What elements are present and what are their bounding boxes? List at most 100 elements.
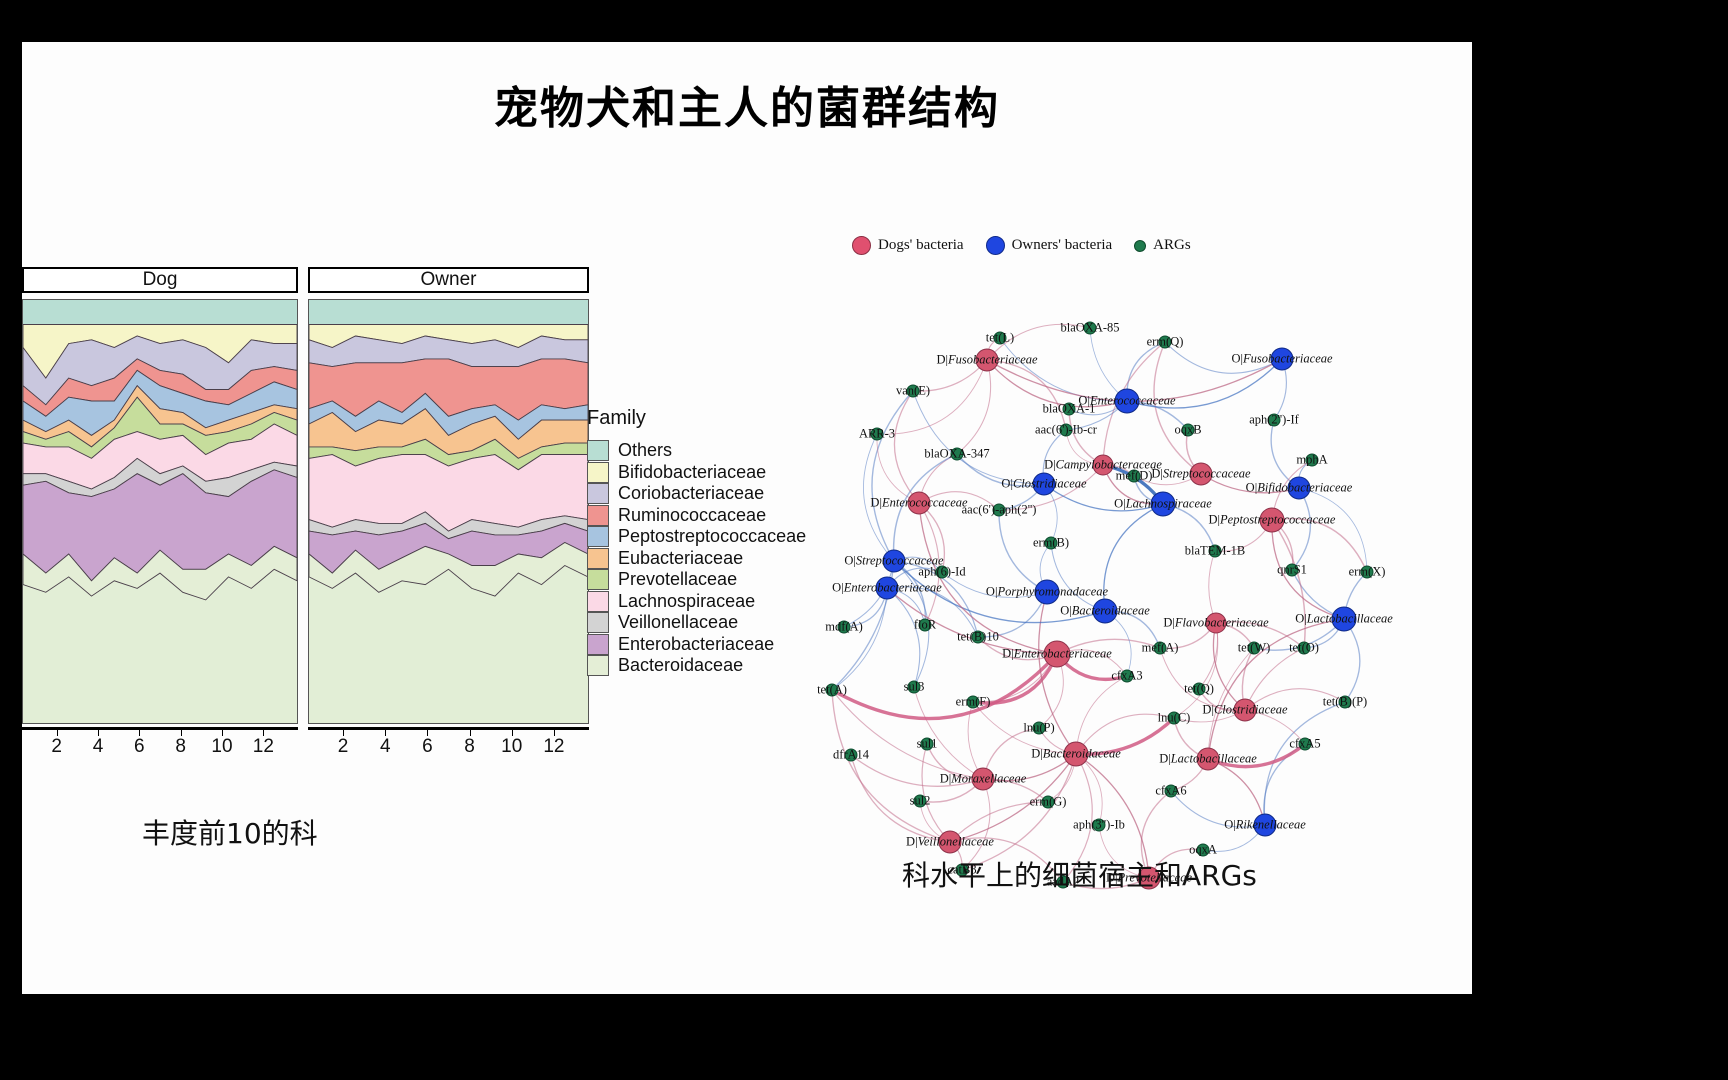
family-color-swatch <box>587 440 609 462</box>
network-edge <box>941 571 1048 598</box>
arg-node <box>870 427 884 441</box>
axis-tick-label: 6 <box>422 736 433 757</box>
owner-bacteria-node <box>882 549 906 573</box>
network-edge <box>1207 758 1266 826</box>
arg-node <box>992 503 1006 517</box>
arg-node <box>966 695 980 709</box>
arg-node <box>906 384 920 398</box>
owner-bacteria-node <box>1150 491 1176 517</box>
caption-left: 丰度前10的科 <box>142 817 318 850</box>
legend-label-dogs-bacteria: Dogs' bacteria <box>878 237 964 253</box>
arg-node <box>1298 737 1312 751</box>
network-edge <box>1103 503 1164 612</box>
family-color-swatch <box>587 590 609 612</box>
axis-tick-label: 10 <box>211 736 233 757</box>
arg-node <box>844 748 858 762</box>
arg-node <box>1092 818 1106 832</box>
legend-label-owners-bacteria: Owners' bacteria <box>1011 237 1113 253</box>
arg-node <box>1044 536 1058 550</box>
axis-tick-label: 12 <box>252 736 274 757</box>
family-color-swatch <box>587 461 609 483</box>
stream-panel-dog <box>22 299 298 724</box>
family-color-swatch <box>587 569 609 591</box>
network-graph: Dogs' bacteria Owners' bacteria ARGs D|F… <box>782 222 1442 890</box>
arg-node <box>1059 423 1073 437</box>
network-edge <box>1207 742 1307 769</box>
axis-line <box>22 727 298 730</box>
network-edge <box>1159 647 1246 711</box>
family-legend-label: Coriobacteriaceae <box>618 483 765 504</box>
caption-right: 科水平上的细菌宿主和ARGs <box>902 859 1257 892</box>
owner-bacteria-node <box>1331 606 1357 632</box>
axis-tick-label: 6 <box>134 736 145 757</box>
family-legend-label: Lachnospiraceae <box>618 590 756 611</box>
network-edge <box>986 359 1067 431</box>
dog-bacteria-node <box>975 348 999 372</box>
arg-node <box>1305 453 1319 467</box>
arg-node <box>1167 711 1181 725</box>
owner-bacteria-node <box>1032 472 1056 496</box>
network-edge <box>1212 622 1246 711</box>
family-legend-label: Others <box>618 440 673 461</box>
network-edge <box>1244 647 1305 711</box>
network-edge <box>918 502 1058 655</box>
axis-tick-label: 2 <box>51 736 62 757</box>
dog-bacteria-node <box>1043 640 1071 668</box>
network-edge <box>850 754 984 787</box>
dog-bacteria-node <box>1063 741 1089 767</box>
network-legend: Dogs' bacteria Owners' bacteria ARGs <box>852 236 1191 255</box>
dog-bacteria-node <box>971 767 995 791</box>
network-edge <box>1207 618 1345 760</box>
network-edge <box>871 390 914 562</box>
arg-node <box>1267 413 1281 427</box>
arg-node <box>1032 721 1046 735</box>
x-axis-dog: 2 4 6 8 10 12 <box>22 727 298 761</box>
owner-bacteria-node <box>1253 813 1277 837</box>
family-legend-label: Enterobacteriaceae <box>618 633 775 654</box>
owner-node-icon <box>985 236 1005 255</box>
facet-strip-owner: Owner <box>308 267 589 293</box>
axis-tick-label: 8 <box>464 736 475 757</box>
axis-tick-label: 4 <box>379 736 391 757</box>
axis-tick-label: 12 <box>543 736 565 757</box>
family-color-swatch <box>587 655 609 677</box>
network-edge <box>831 587 888 691</box>
arg-node <box>950 447 964 461</box>
dog-bacteria-node <box>1233 698 1257 722</box>
owner-bacteria-node <box>1287 476 1311 500</box>
network-edge <box>1244 688 1346 711</box>
family-legend-label: Eubacteriaceae <box>618 547 744 568</box>
network-edge <box>956 453 1045 487</box>
arg-node <box>1360 565 1374 579</box>
arg-node <box>1153 641 1167 655</box>
network-edge <box>1343 618 1361 703</box>
owner-bacteria-node <box>1270 347 1294 371</box>
arg-node <box>1120 669 1134 683</box>
page-title: 宠物犬和主人的菌群结构 <box>494 83 1000 134</box>
stream-panel-owner <box>308 299 589 724</box>
arg-node <box>1208 544 1222 558</box>
arg-node <box>1158 335 1172 349</box>
network-edge <box>912 359 988 392</box>
family-legend-label: Prevotellaceae <box>618 569 738 590</box>
family-color-swatch <box>587 547 609 569</box>
network-edge <box>1075 675 1128 755</box>
network-edge <box>918 491 1000 511</box>
network-edge <box>850 754 951 843</box>
facet-label-dog: Dog <box>142 269 178 290</box>
dog-node-icon <box>852 236 871 255</box>
network-edge <box>912 390 1045 485</box>
network-edge <box>831 652 1059 721</box>
family-legend-label: Bacteroidaceae <box>618 655 744 676</box>
x-axis-owner: 2 4 6 8 10 12 <box>308 727 589 761</box>
network-edge <box>886 586 979 638</box>
network-edge <box>949 801 1049 843</box>
arg-node <box>1297 641 1311 655</box>
arg-node <box>1164 784 1178 798</box>
arg-node <box>1181 423 1195 437</box>
dog-bacteria-node <box>1205 612 1227 634</box>
dog-bacteria-node <box>1259 507 1285 533</box>
owner-bacteria-node <box>1034 579 1060 605</box>
network-edge <box>1170 790 1266 828</box>
axis-line <box>308 727 589 730</box>
